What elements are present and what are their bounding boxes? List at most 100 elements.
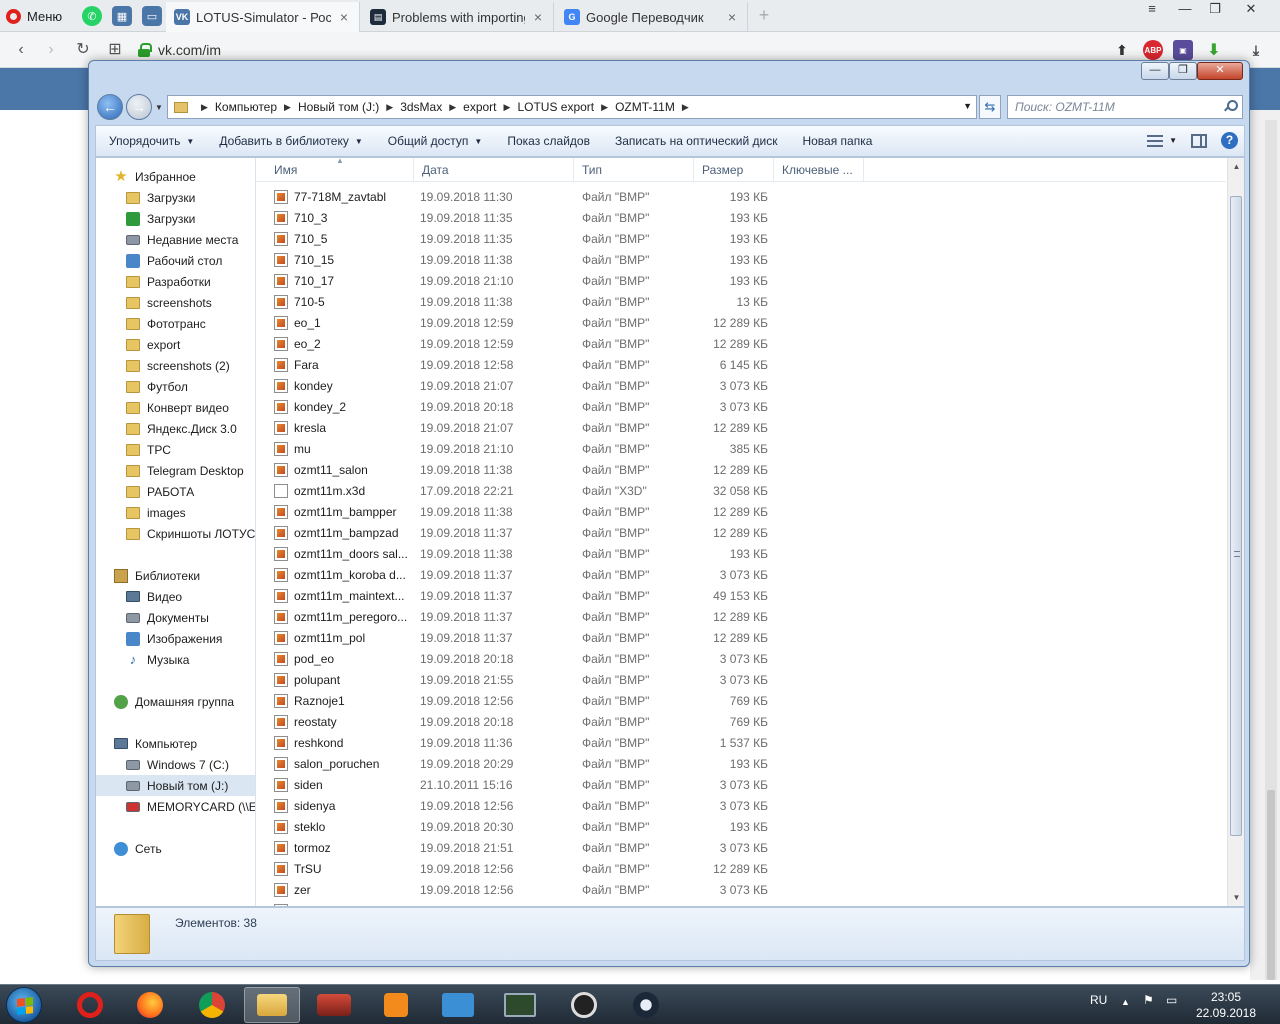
- change-view-icon[interactable]: [1147, 134, 1164, 147]
- breadcrumb-item[interactable]: ▶ LOTUS export: [497, 100, 595, 114]
- browser-menu-icon[interactable]: ≡: [1137, 0, 1167, 20]
- clock[interactable]: 23:05 22.09.2018: [1194, 989, 1258, 1021]
- chevron-down-icon[interactable]: ▼: [1169, 136, 1177, 145]
- chat-icon[interactable]: ▭: [142, 6, 162, 26]
- table-row[interactable]: eo_1 19.09.2018 12:59 Файл "BMP" 12 289 КБ: [256, 313, 1226, 334]
- table-row[interactable]: 710-5 19.09.2018 11:38 Файл "BMP" 13 КБ: [256, 292, 1226, 313]
- recent-pages-dropdown-icon[interactable]: ▼: [155, 103, 163, 112]
- nav-item[interactable]: images: [96, 502, 255, 523]
- taskbar-opera[interactable]: [62, 987, 118, 1023]
- table-row[interactable]: siden 21.10.2011 15:16 Файл "BMP" 3 073 КБ: [256, 775, 1226, 796]
- table-row[interactable]: 710_5 19.09.2018 11:35 Файл "BMP" 193 КБ: [256, 229, 1226, 250]
- close-tab-icon[interactable]: ×: [531, 9, 545, 25]
- explorer-minimize-button[interactable]: —: [1141, 62, 1169, 80]
- nav-item[interactable]: Telegram Desktop: [96, 460, 255, 481]
- nav-item[interactable]: Фототранс: [96, 313, 255, 334]
- preview-pane-icon[interactable]: [1191, 133, 1207, 148]
- nav-item[interactable]: Видео: [96, 586, 255, 607]
- close-tab-icon[interactable]: ×: [725, 9, 739, 25]
- new-tab-plus-icon[interactable]: +: [756, 6, 772, 24]
- nav-item[interactable]: ♪ Музыка: [96, 649, 255, 670]
- table-row[interactable]: steklo 19.09.2018 20:30 Файл "BMP" 193 КБ: [256, 817, 1226, 838]
- table-row[interactable]: ozmt11m_pol 19.09.2018 11:37 Файл "BMP" 12 …: [256, 628, 1226, 649]
- column-date[interactable]: Дата: [414, 158, 574, 182]
- slideshow-button[interactable]: Показ слайдов: [494, 134, 602, 148]
- nav-item[interactable]: Документы: [96, 607, 255, 628]
- table-row[interactable]: ozmt11m_bampzad 19.09.2018 11:37 Файл "BMP…: [256, 523, 1226, 544]
- browser-minimize-button[interactable]: —: [1170, 0, 1200, 20]
- close-tab-icon[interactable]: ×: [337, 9, 351, 25]
- nav-item[interactable]: Конверт видео: [96, 397, 255, 418]
- breadcrumb[interactable]: ▶ Компьютер ▶ Новый том (J:) ▶ 3dsMax ▶ expo…: [167, 95, 977, 119]
- table-row[interactable]: zer 19.09.2018 12:56 Файл "BMP" 3 073 КБ: [256, 880, 1226, 901]
- breadcrumb-item[interactable]: ▶ OZMT-11M ▶: [594, 100, 696, 114]
- search-input[interactable]: Поиск: OZMT-11M: [1007, 95, 1243, 119]
- language-indicator[interactable]: RU: [1090, 993, 1107, 1007]
- vk-messenger-icon[interactable]: ▦: [112, 6, 132, 26]
- browser-restore-button[interactable]: ❐: [1200, 0, 1230, 20]
- explorer-close-button[interactable]: ✕: [1197, 62, 1243, 80]
- tray-expand-icon[interactable]: ▲: [1121, 997, 1130, 1007]
- nav-item[interactable]: export: [96, 334, 255, 355]
- add-to-library-button[interactable]: Добавить в библиотеку ▼: [206, 134, 374, 148]
- tab-lotus-simulator[interactable]: VK LOTUS-Simulator - Россия ×: [166, 2, 360, 32]
- nav-homegroup[interactable]: Домашняя группа: [96, 691, 255, 712]
- explorer-back-button[interactable]: ←: [97, 94, 123, 120]
- taskbar-steam[interactable]: [618, 987, 674, 1023]
- breadcrumb-item[interactable]: ▶ export: [442, 100, 496, 114]
- tab-problems-importing[interactable]: ▤ Problems with importing m ×: [362, 2, 554, 32]
- extension-icon[interactable]: ▣: [1173, 40, 1193, 60]
- table-row[interactable]: kondey_2 19.09.2018 20:18 Файл "BMP" 3 073 …: [256, 397, 1226, 418]
- tab-google-translate[interactable]: G Google Переводчик ×: [556, 2, 748, 32]
- nav-item[interactable]: Рабочий стол: [96, 250, 255, 271]
- forward-arrow-icon[interactable]: ›: [40, 40, 62, 60]
- turbo-icon[interactable]: ⬆: [1112, 40, 1132, 60]
- nav-item[interactable]: Яндекс.Диск 3.0: [96, 418, 255, 439]
- downloads-icon[interactable]: ⤓: [1246, 40, 1266, 60]
- nav-item[interactable]: screenshots: [96, 292, 255, 313]
- table-row[interactable]: ozmt11m_koroba d... 19.09.2018 11:37 Файл …: [256, 565, 1226, 586]
- search-icon[interactable]: [1224, 100, 1238, 112]
- nav-computer[interactable]: Компьютер: [96, 733, 255, 754]
- taskbar-media-player[interactable]: [368, 987, 424, 1023]
- nav-item[interactable]: MEMORYCARD (\\E: [96, 796, 255, 817]
- table-row[interactable]: 710_15 19.09.2018 11:38 Файл "BMP" 193 КБ: [256, 250, 1226, 271]
- new-folder-button[interactable]: Новая папка: [789, 134, 884, 148]
- share-with-button[interactable]: Общий доступ ▼: [375, 134, 495, 148]
- nav-item[interactable]: screenshots (2): [96, 355, 255, 376]
- nav-item[interactable]: Разработки: [96, 271, 255, 292]
- nav-item[interactable]: Футбол: [96, 376, 255, 397]
- column-keywords[interactable]: Ключевые ...: [774, 158, 864, 182]
- address-dropdown-icon[interactable]: ▼: [963, 101, 972, 111]
- taskbar-monitor-app[interactable]: [492, 987, 548, 1023]
- speed-dial-grid-icon[interactable]: ⊞: [104, 40, 126, 60]
- table-row[interactable]: Raznoje1 19.09.2018 12:56 Файл "BMP" 769 КБ: [256, 691, 1226, 712]
- start-button[interactable]: [6, 987, 42, 1023]
- breadcrumb-item[interactable]: ▶ Новый том (J:): [277, 100, 379, 114]
- table-row[interactable]: reostaty 19.09.2018 20:18 Файл "BMP" 769 КБ: [256, 712, 1226, 733]
- table-row[interactable]: Fara 19.09.2018 12:58 Файл "BMP" 6 145 КБ: [256, 355, 1226, 376]
- nav-libraries[interactable]: Библиотеки: [96, 565, 255, 586]
- taskbar-app[interactable]: [556, 987, 612, 1023]
- opera-menu-button[interactable]: Меню: [6, 5, 62, 27]
- page-scrollbar-thumb[interactable]: [1267, 790, 1275, 980]
- organize-button[interactable]: Упорядочить ▼: [96, 134, 206, 148]
- browser-close-button[interactable]: ✕: [1236, 0, 1266, 20]
- explorer-maximize-button[interactable]: ❐: [1169, 62, 1197, 80]
- table-row[interactable]: ozmt11m_maintext... 19.09.2018 11:37 Файл …: [256, 586, 1226, 607]
- file-list-scrollbar[interactable]: ▲ ▼: [1227, 158, 1244, 906]
- table-row[interactable]: ozmt11m_doors sal... 19.09.2018 11:38 Файл…: [256, 544, 1226, 565]
- table-row[interactable]: reshkond 19.09.2018 11:36 Файл "BMP" 1 537 …: [256, 733, 1226, 754]
- breadcrumb-item[interactable]: ▶ Компьютер: [194, 100, 277, 114]
- whatsapp-icon[interactable]: ✆: [82, 6, 102, 26]
- help-icon[interactable]: ?: [1221, 132, 1238, 149]
- back-arrow-icon[interactable]: ‹: [10, 40, 32, 60]
- nav-item[interactable]: ТРС: [96, 439, 255, 460]
- nav-item[interactable]: Скриншоты ЛОТУС: [96, 523, 255, 544]
- table-row[interactable]: ozmt11m_bampper 19.09.2018 11:38 Файл "BMP…: [256, 502, 1226, 523]
- download-green-icon[interactable]: ⬇: [1204, 40, 1224, 60]
- nav-item-selected[interactable]: Новый том (J:): [96, 775, 255, 796]
- nav-item[interactable]: Изображения: [96, 628, 255, 649]
- breadcrumb-item[interactable]: ▶ 3dsMax: [379, 100, 442, 114]
- table-row[interactable]: ozmt11m.x3d 17.09.2018 22:21 Файл "X3D" 32 …: [256, 481, 1226, 502]
